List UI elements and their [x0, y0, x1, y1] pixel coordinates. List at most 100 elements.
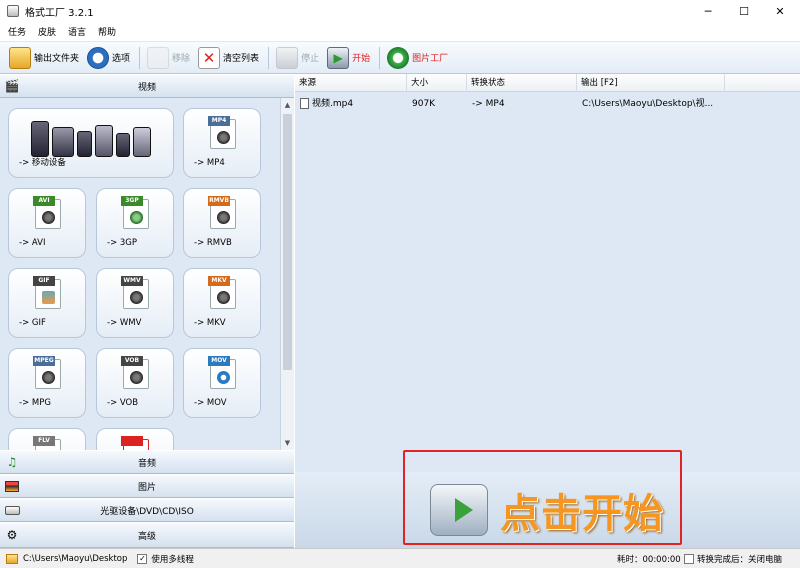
tile-mkv[interactable]: MKV -> MKV — [183, 268, 261, 338]
section-video[interactable]: 🎬 视频 — [0, 74, 294, 98]
tile-mobile-device[interactable]: -> 移动设备 — [8, 108, 174, 178]
tile-label: -> AVI — [19, 238, 46, 248]
toolbar-divider — [268, 46, 270, 69]
tile-label: -> 3GP — [107, 238, 138, 248]
tile-mp4[interactable]: MP4 -> MP4 — [183, 108, 261, 178]
highlight-box — [403, 450, 682, 545]
stop-button[interactable]: 停止 — [273, 45, 322, 71]
3gp-icon: 3GP — [121, 196, 149, 229]
video-grid-scrollbar[interactable]: ▲ ▼ — [280, 98, 294, 450]
video-format-grid: -> 移动设备 MP4 -> MP4 AVI -> AVI 3GP -> 3GP… — [0, 98, 280, 450]
tile-label: -> MP4 — [194, 158, 225, 168]
gif-icon: GIF — [33, 276, 61, 309]
col-output[interactable]: 输出 [F2] — [577, 74, 725, 92]
folder-icon[interactable] — [6, 553, 18, 564]
title-bar: 格式工厂 3.2.1 ─ ☐ ✕ — [0, 0, 800, 22]
tile-3gp[interactable]: 3GP -> 3GP — [96, 188, 174, 258]
window-title: 格式工厂 3.2.1 — [25, 7, 94, 19]
mobile-devices-icon — [31, 115, 151, 157]
section-picture[interactable]: 图片 — [0, 474, 294, 498]
flv-icon: FLV — [33, 436, 61, 450]
red-format-icon — [121, 436, 149, 450]
scroll-thumb[interactable] — [283, 114, 292, 370]
menu-skin[interactable]: 皮肤 — [38, 25, 56, 38]
row-output: C:\Users\Maoyu\Desktop\视... — [582, 99, 714, 109]
tile-flv[interactable]: FLV — [8, 428, 86, 450]
clear-list-label: 清空列表 — [223, 54, 260, 64]
remove-label: 移除 — [172, 54, 191, 64]
section-disc[interactable]: 光驱设备\DVD\CD\ISO — [0, 498, 294, 522]
rmvb-icon: RMVB — [208, 196, 236, 229]
tile-mpg[interactable]: MPEG -> MPG — [8, 348, 86, 418]
tile-gif[interactable]: GIF -> GIF — [8, 268, 86, 338]
tile-swf[interactable] — [96, 428, 174, 450]
multithread-label: 使用多线程 — [151, 554, 194, 565]
vob-icon: VOB — [121, 356, 149, 389]
tile-label: -> 移动设备 — [19, 158, 66, 168]
menu-bar: 任务 皮肤 语言 帮助 — [0, 22, 800, 42]
col-size[interactable]: 大小 — [407, 74, 467, 92]
remove-button[interactable]: 移除 — [144, 45, 193, 71]
picture-factory-button[interactable]: 图片工厂 — [384, 45, 451, 71]
scroll-down-arrow-icon[interactable]: ▼ — [281, 436, 294, 450]
section-audio[interactable]: ♫ 音频 — [0, 450, 294, 474]
menu-task[interactable]: 任务 — [8, 25, 26, 38]
tile-label: -> MPG — [19, 398, 51, 408]
tile-vob[interactable]: VOB -> VOB — [96, 348, 174, 418]
app-icon — [7, 5, 19, 17]
col-source[interactable]: 来源 — [295, 74, 407, 92]
scroll-up-arrow-icon[interactable]: ▲ — [281, 98, 294, 112]
menu-help[interactable]: 帮助 — [98, 25, 116, 38]
tile-mov[interactable]: MOV -> MOV — [183, 348, 261, 418]
multithread-checkbox[interactable]: ✓ — [137, 553, 148, 564]
row-size: 907K — [412, 99, 436, 109]
section-advanced[interactable]: ⚙ 高级 — [0, 522, 294, 548]
row-status: -> MP4 — [472, 99, 505, 109]
close-button[interactable]: ✕ — [757, 0, 800, 22]
tile-label: -> RMVB — [194, 238, 232, 248]
start-play-icon: ▶ — [327, 46, 350, 69]
options-button[interactable]: 选项 — [84, 45, 133, 71]
remove-icon — [147, 46, 170, 69]
tile-label: -> MKV — [194, 318, 226, 328]
toolbar: 输出文件夹 选项 移除 ✕ 清空列表 停止 ▶ 开始 图片工厂 — [0, 42, 800, 74]
col-status[interactable]: 转换状态 — [467, 74, 577, 92]
tile-wmv[interactable]: WMV -> WMV — [96, 268, 174, 338]
start-label: 开始 — [352, 54, 371, 64]
stop-icon — [276, 46, 299, 69]
options-label: 选项 — [112, 54, 131, 64]
elapsed-time: 耗时：00:00:00 — [617, 554, 681, 565]
folder-icon — [9, 46, 31, 69]
tile-avi[interactable]: AVI -> AVI — [8, 188, 86, 258]
task-list: 来源 大小 转换状态 输出 [F2] 视频.mp4 907K -> MP4 C:… — [295, 74, 800, 472]
output-folder-label: 输出文件夹 — [34, 54, 80, 64]
tile-label: -> GIF — [19, 318, 46, 328]
options-gear-icon — [87, 46, 110, 69]
clear-x-icon: ✕ — [198, 46, 221, 69]
toolbar-divider — [139, 46, 141, 69]
status-bar: C:\Users\Maoyu\Desktop ✓ 使用多线程 耗时：00:00:… — [0, 548, 800, 568]
mpg-icon: MPEG — [33, 356, 61, 389]
tile-rmvb[interactable]: RMVB -> RMVB — [183, 188, 261, 258]
section-disc-label: 光驱设备\DVD\CD\ISO — [100, 506, 194, 517]
tile-label: -> MOV — [194, 398, 227, 408]
section-picture-label: 图片 — [137, 482, 156, 493]
section-audio-label: 音频 — [137, 458, 156, 469]
category-panel: 🎬 视频 -> 移动设备 MP4 -> MP4 AVI -> AVI 3GP -… — [0, 74, 294, 548]
file-icon — [300, 96, 310, 112]
section-video-label: 视频 — [137, 82, 156, 93]
task-table-header: 来源 大小 转换状态 输出 [F2] — [295, 74, 800, 92]
output-folder-button[interactable]: 输出文件夹 — [6, 45, 82, 71]
tile-label: -> VOB — [107, 398, 139, 408]
menu-language[interactable]: 语言 — [68, 25, 86, 38]
after-done-checkbox[interactable] — [684, 554, 694, 564]
mp4-icon: MP4 — [208, 116, 236, 149]
section-advanced-label: 高级 — [137, 531, 156, 542]
clear-list-button[interactable]: ✕ 清空列表 — [195, 45, 262, 71]
after-done-label: 转换完成后：关闭电脑 — [697, 554, 783, 565]
picture-factory-label: 图片工厂 — [412, 54, 449, 64]
stop-label: 停止 — [301, 54, 320, 64]
start-button[interactable]: ▶ 开始 — [324, 45, 373, 71]
wmv-icon: WMV — [121, 276, 149, 309]
picture-factory-icon — [387, 46, 410, 69]
